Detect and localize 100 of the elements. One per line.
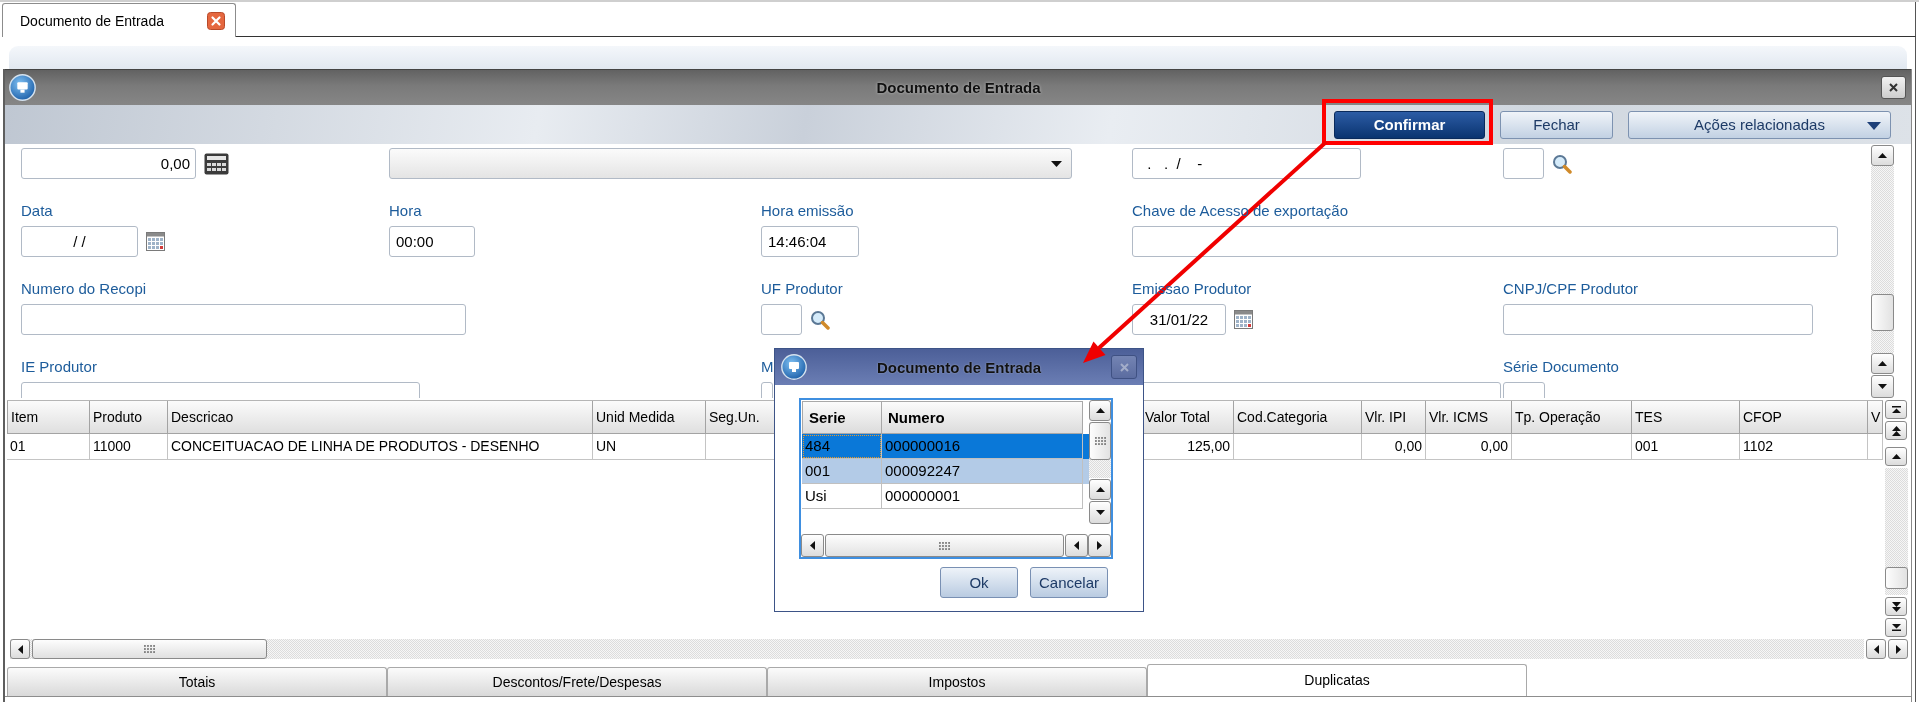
down-arrow-icon <box>1095 510 1105 515</box>
actions-menu-button[interactable]: Ações relacionadas <box>1628 110 1891 139</box>
down-arrow-icon <box>1878 384 1887 389</box>
column-header[interactable]: Vlr. ICMS <box>1426 401 1512 434</box>
left-arrow-icon <box>17 644 23 654</box>
calendar-icon[interactable] <box>146 232 165 251</box>
column-header[interactable]: Cod.Categoria <box>1234 401 1362 434</box>
scrollbar-thumb[interactable] <box>825 534 1064 557</box>
scrollbar-thumb[interactable] <box>1871 294 1894 331</box>
scroll-left-button[interactable] <box>10 639 30 659</box>
column-header[interactable]: Tp. Operação <box>1512 401 1632 434</box>
search-icon[interactable] <box>810 309 830 330</box>
scroll-to-bottom-button[interactable] <box>1885 618 1907 637</box>
column-header[interactable]: Unid Medida <box>593 401 706 434</box>
table-cell: 001 <box>802 459 882 484</box>
scroll-left-button[interactable] <box>801 534 824 557</box>
scroll-right-button[interactable] <box>1088 534 1111 557</box>
column-header[interactable]: CFOP <box>1740 401 1868 434</box>
up-arrow-icon <box>1891 454 1901 459</box>
text-field[interactable]: 00:00 <box>389 226 475 257</box>
search-icon[interactable] <box>1552 153 1572 174</box>
column-header[interactable]: Valor Total <box>1142 401 1234 434</box>
scrollbar-thumb[interactable] <box>1885 567 1908 589</box>
field-label: Hora emissão <box>761 202 854 220</box>
tab[interactable]: Totais <box>7 667 387 696</box>
scroll-up-button[interactable] <box>1089 400 1111 421</box>
field-label: IE Produtor <box>21 358 97 376</box>
text-field[interactable] <box>1503 304 1813 335</box>
date-field[interactable]: / / <box>21 226 138 257</box>
scroll-left-button[interactable] <box>1866 639 1886 659</box>
scroll-up-button[interactable] <box>1871 145 1894 166</box>
double-up-arrow-icon <box>1891 425 1901 436</box>
right-arrow-icon <box>1097 541 1102 550</box>
scroll-to-top-button[interactable] <box>1885 400 1907 419</box>
scroll-down-button[interactable] <box>1089 501 1111 524</box>
double-down-arrow-icon <box>1891 601 1901 612</box>
scroll-right-button[interactable] <box>1888 639 1908 659</box>
arrow-to-bottom-icon <box>1891 624 1901 631</box>
calendar-icon[interactable] <box>1234 310 1253 329</box>
table-cell: 01 <box>7 434 90 460</box>
lookup-field[interactable] <box>1503 148 1544 179</box>
table-row[interactable]: 001 000092247 <box>802 459 1089 484</box>
text-field[interactable]: 14:46:04 <box>761 226 859 257</box>
scroll-up-button[interactable] <box>1871 353 1894 374</box>
tab[interactable]: Impostos <box>767 667 1147 696</box>
column-header[interactable]: Produto <box>90 401 168 434</box>
tab[interactable]: Descontos/Frete/Despesas <box>387 667 767 696</box>
scrollbar-thumb[interactable] <box>1089 422 1111 460</box>
column-header[interactable]: Serie <box>802 401 882 434</box>
table-cell: 000092247 <box>882 459 1083 484</box>
right-arrow-icon <box>1895 644 1901 654</box>
page-down-button[interactable] <box>1885 597 1907 616</box>
number-field[interactable]: 0,00 <box>21 148 196 179</box>
app-icon <box>9 74 36 101</box>
scroll-down-button[interactable] <box>1871 375 1894 398</box>
arrow-to-top-icon <box>1891 406 1901 413</box>
left-arrow-icon <box>1873 644 1879 654</box>
field-label: Chave de Acesso de exportação <box>1132 202 1348 220</box>
window-title: Documento de Entrada <box>875 79 1042 96</box>
scrollbar-thumb[interactable] <box>32 639 267 659</box>
up-arrow-icon <box>1095 408 1105 413</box>
table-row[interactable]: Usi 000000001 <box>802 484 1089 509</box>
cancel-button[interactable]: Cancelar <box>1030 567 1108 598</box>
field-label: CNPJ/CPF Produtor <box>1503 280 1639 298</box>
table-row[interactable]: 484 000000016 <box>802 434 1089 459</box>
left-arrow-icon <box>810 541 815 550</box>
text-field[interactable] <box>1132 226 1838 257</box>
ok-button[interactable]: Ok <box>940 567 1018 598</box>
table-cell <box>1868 434 1883 460</box>
confirm-button[interactable]: Confirmar <box>1334 110 1485 139</box>
table-cell: 484 <box>802 434 882 459</box>
date-field[interactable]: 31/01/22 <box>1132 304 1226 335</box>
scroll-left-button[interactable] <box>1065 534 1088 557</box>
text-field[interactable] <box>21 304 466 335</box>
field-label: Hora <box>389 202 422 220</box>
field-label: UF Produtor <box>761 280 843 298</box>
close-button[interactable]: Fechar <box>1500 110 1613 139</box>
text-field[interactable]: . . / - <box>1132 148 1361 179</box>
close-icon[interactable] <box>207 11 225 30</box>
table-cell: 0,00 <box>1362 434 1426 460</box>
table-cell: 0,00 <box>1426 434 1512 460</box>
column-header[interactable]: Numero <box>882 401 1083 434</box>
lookup-field[interactable] <box>761 304 802 335</box>
close-button[interactable] <box>1881 76 1906 99</box>
app-icon <box>781 354 807 380</box>
column-header[interactable]: V <box>1868 401 1883 434</box>
column-header[interactable]: Vlr. IPI <box>1362 401 1426 434</box>
page-up-button[interactable] <box>1885 421 1907 440</box>
tab[interactable]: Duplicatas <box>1147 664 1527 696</box>
scroll-up-button[interactable] <box>1885 447 1907 466</box>
field-label: Numero do Recopi <box>21 280 147 298</box>
document-tab[interactable]: Documento de Entrada <box>2 3 236 37</box>
up-arrow-icon <box>1095 487 1105 492</box>
column-header[interactable]: TES <box>1632 401 1740 434</box>
table-cell: Usi <box>802 484 882 509</box>
scroll-up-button[interactable] <box>1089 479 1111 500</box>
calculator-icon[interactable] <box>204 152 229 175</box>
column-header[interactable]: Descricao <box>168 401 593 434</box>
close-icon <box>1119 362 1129 372</box>
column-header[interactable]: Item <box>7 401 90 434</box>
